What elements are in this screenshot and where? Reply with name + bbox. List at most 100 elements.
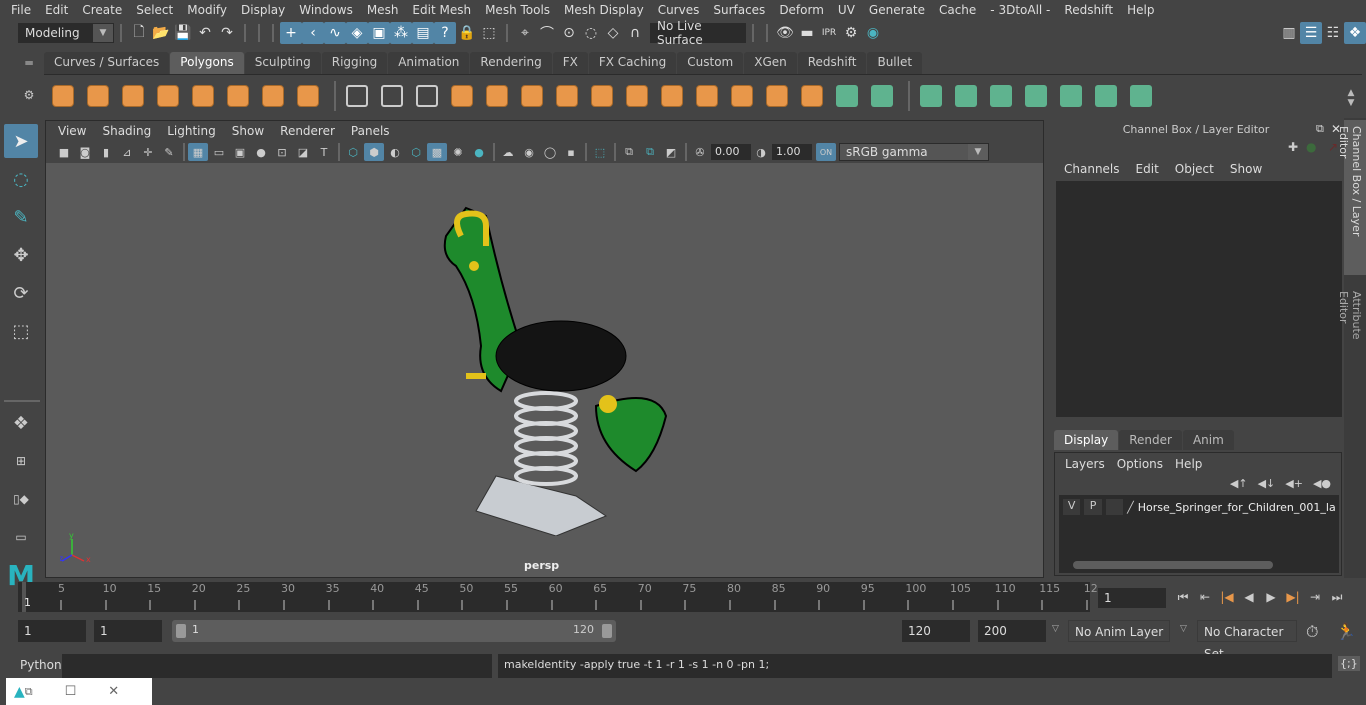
menu-mesh-tools[interactable]: Mesh Tools xyxy=(478,3,557,17)
current-frame-field[interactable]: 1 xyxy=(1098,588,1166,608)
safe-action-icon[interactable]: ◪ xyxy=(293,143,313,161)
separate-icon[interactable] xyxy=(377,81,407,111)
uv-unfold-icon[interactable] xyxy=(1056,81,1086,111)
character-set-dropdown[interactable]: No Character Set xyxy=(1197,620,1297,661)
scale-tool-icon[interactable]: ⬚ xyxy=(4,314,38,348)
playback-toggle[interactable]: P xyxy=(1084,499,1102,515)
snap-grid-icon[interactable]: ⌖ xyxy=(514,22,536,44)
combine-icon[interactable] xyxy=(342,81,372,111)
xray-icon[interactable]: ⧉ xyxy=(619,143,639,161)
poly-pyramid-icon[interactable] xyxy=(258,81,288,111)
xray-active-icon[interactable]: ⧉ xyxy=(640,143,660,161)
shelf-tab-rendering[interactable]: Rendering xyxy=(470,52,552,74)
time-slider[interactable]: 1 5 10 15 20 25 30 35 40 45 50 55 60 65 70 75 80 85 90 95 1… xyxy=(18,582,1098,612)
uv-spherical-icon[interactable] xyxy=(986,81,1016,111)
shelf-tab-fx-caching[interactable]: FX Caching xyxy=(588,52,677,74)
wireframe-on-shaded-icon[interactable]: ⬡ xyxy=(406,143,426,161)
render-settings-icon[interactable]: ⚙ xyxy=(840,22,862,44)
move-tool-icon[interactable]: ✥ xyxy=(4,238,38,272)
step-back-icon[interactable]: ⇤ xyxy=(1194,586,1216,608)
lock-icon[interactable]: 🔒 xyxy=(456,22,478,44)
shelf-tab-xgen[interactable]: XGen xyxy=(744,52,797,74)
poly-cube-icon[interactable] xyxy=(83,81,113,111)
shelf-tab-curves-surfaces[interactable]: Curves / Surfaces xyxy=(44,52,170,74)
menu-surfaces[interactable]: Surfaces xyxy=(706,3,772,17)
split-icon[interactable] xyxy=(867,81,897,111)
smooth-icon[interactable] xyxy=(447,81,477,111)
range-end-handle[interactable] xyxy=(602,624,612,638)
poly-pipe-icon[interactable] xyxy=(293,81,323,111)
channel-box-area[interactable] xyxy=(1056,181,1342,417)
hypershade-icon[interactable]: ◉ xyxy=(862,22,884,44)
layer-row[interactable]: V P ╱ Horse_Springer_for_Children_001_la… xyxy=(1059,495,1339,519)
render-view-icon[interactable]: 👁 xyxy=(774,22,796,44)
channel-menu-edit[interactable]: Edit xyxy=(1128,162,1167,176)
default-material-icon[interactable]: ◐ xyxy=(385,143,405,161)
gear-icon[interactable]: ⚙ xyxy=(18,88,40,102)
screen-space-ao-icon[interactable]: ☁ xyxy=(498,143,518,161)
new-scene-icon[interactable]: 🗋 xyxy=(128,22,150,44)
two-d-pan-zoom-icon[interactable]: ✛ xyxy=(138,143,158,161)
auto-key-icon[interactable]: ⏱ xyxy=(1306,622,1318,642)
display-type-toggle[interactable] xyxy=(1105,499,1124,515)
manipulator-icon[interactable]: ✚ xyxy=(1288,140,1298,154)
grease-pencil-icon[interactable]: ✎ xyxy=(159,143,179,161)
new-layer-selected-icon[interactable]: ◀● xyxy=(1313,477,1331,490)
merge-icon[interactable] xyxy=(797,81,827,111)
playback-end-field[interactable]: 120 xyxy=(902,620,970,642)
lasso-tool-icon[interactable]: ◌ xyxy=(4,162,38,196)
single-pane-layout-icon[interactable]: ❖ xyxy=(4,406,38,440)
horse-springer-model[interactable] xyxy=(426,196,686,536)
select-by-hierarchy-icon[interactable]: + xyxy=(280,21,302,44)
image-plane-icon[interactable]: ⊿ xyxy=(117,143,137,161)
select-dynamics-icon[interactable]: ⁂ xyxy=(390,21,412,44)
menu-3dtoall[interactable]: - 3DtoAll - xyxy=(983,3,1057,17)
poly-plane-icon[interactable] xyxy=(188,81,218,111)
poly-cylinder-icon[interactable] xyxy=(118,81,148,111)
layer-name[interactable]: Horse_Springer_for_Children_001_lay xyxy=(1138,501,1335,514)
menu-edit[interactable]: Edit xyxy=(38,3,75,17)
float-panel-icon[interactable]: ⧉ xyxy=(1316,122,1324,136)
next-key-icon[interactable]: ▶| xyxy=(1282,586,1304,608)
play-forward-icon[interactable]: ▶ xyxy=(1260,586,1282,608)
viewport-menu-shading[interactable]: Shading xyxy=(94,124,159,138)
viewport-menu-panels[interactable]: Panels xyxy=(343,124,398,138)
select-curve-icon[interactable]: ∿ xyxy=(324,21,346,44)
viewport-panel[interactable]: View Shading Lighting Show Renderer Panels ■ … xyxy=(45,120,1044,578)
prev-key-icon[interactable]: |◀ xyxy=(1216,586,1238,608)
menu-generate[interactable]: Generate xyxy=(862,3,932,17)
live-surface-field[interactable]: No Live Surface xyxy=(650,19,746,47)
speed-icon[interactable]: ● xyxy=(1306,140,1316,154)
save-scene-icon[interactable]: 💾 xyxy=(172,22,194,44)
select-misc-icon[interactable]: ? xyxy=(434,21,456,44)
grid-icon[interactable]: ▦ xyxy=(188,143,208,161)
move-layer-up-icon[interactable]: ◀↑ xyxy=(1230,477,1248,490)
rotate-tool-icon[interactable]: ⟳ xyxy=(4,276,38,310)
command-language-label[interactable]: Python xyxy=(20,658,62,672)
menu-cache[interactable]: Cache xyxy=(932,3,983,17)
command-input[interactable] xyxy=(62,654,492,678)
select-by-component-icon[interactable]: ‹ xyxy=(302,21,324,44)
gate-mask-icon[interactable]: ● xyxy=(251,143,271,161)
channel-box-toggle-icon[interactable]: ❖ xyxy=(1344,21,1366,44)
poly-cone-icon[interactable] xyxy=(153,81,183,111)
xray-joints-icon[interactable]: ◩ xyxy=(661,143,681,161)
new-layer-icon[interactable]: ◀+ xyxy=(1285,477,1303,490)
menu-windows[interactable]: Windows xyxy=(292,3,360,17)
menu-display[interactable]: Display xyxy=(234,3,292,17)
textured-icon[interactable]: ▩ xyxy=(427,143,447,161)
attribute-editor-toggle-icon[interactable]: ☰ xyxy=(1300,21,1322,44)
undo-icon[interactable]: ↶ xyxy=(194,22,216,44)
snap-surface-icon[interactable]: ◇ xyxy=(602,22,624,44)
shelf-tab-polygons[interactable]: Polygons xyxy=(170,52,244,74)
extract-icon[interactable] xyxy=(482,81,512,111)
isolate-select-icon[interactable]: ⬚ xyxy=(590,143,610,161)
fill-hole-icon[interactable] xyxy=(692,81,722,111)
select-deformer-icon[interactable]: ▣ xyxy=(368,21,390,44)
open-scene-icon[interactable]: 📂 xyxy=(150,22,172,44)
maximize-icon[interactable]: ☐ xyxy=(65,684,77,699)
viewport-menu-lighting[interactable]: Lighting xyxy=(159,124,224,138)
menu-uv[interactable]: UV xyxy=(831,3,862,17)
menu-edit-mesh[interactable]: Edit Mesh xyxy=(405,3,478,17)
uv-planar-icon[interactable] xyxy=(916,81,946,111)
